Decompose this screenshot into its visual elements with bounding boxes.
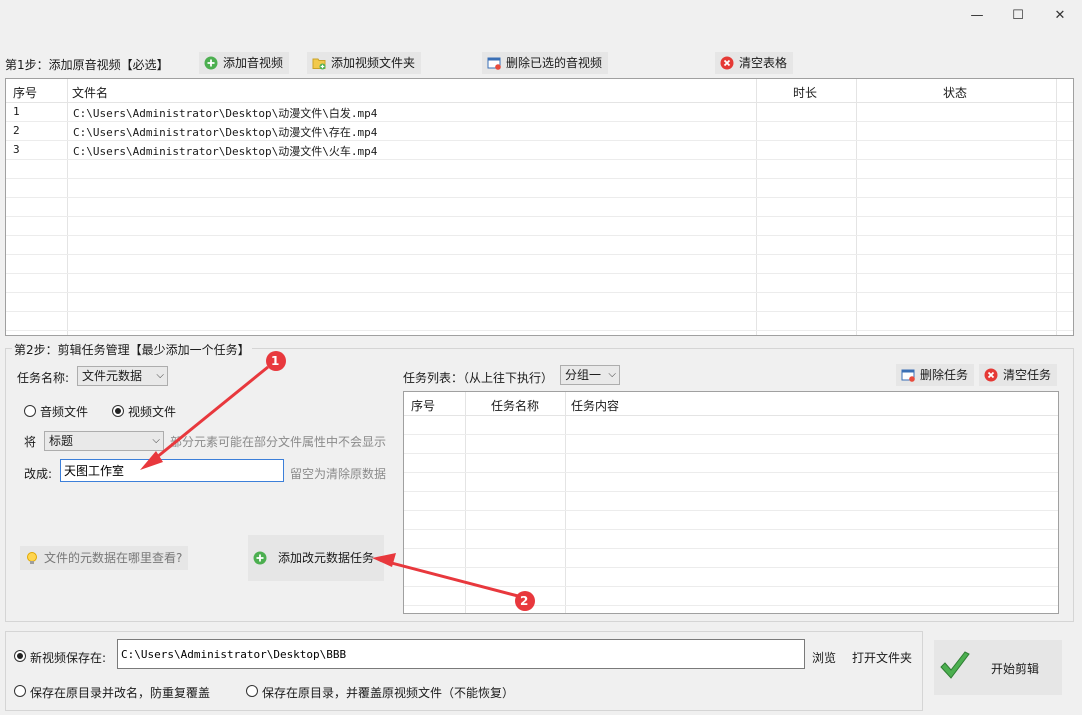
- delete-task-label: 删除任务: [920, 368, 969, 382]
- row-filename: C:\Users\Administrator\Desktop\动漫文件\火车.m…: [73, 145, 378, 158]
- audio-file-radio[interactable]: [24, 405, 36, 417]
- field-value: 标题: [49, 434, 74, 448]
- clear-circle-icon: [984, 368, 998, 382]
- add-media-label: 添加音视频: [223, 56, 284, 70]
- file-table[interactable]: 序号 文件名 时长 状态 1 C:\Users\Administrator\De…: [5, 78, 1074, 336]
- add-metadata-task-button[interactable]: 添加改元数据任务: [248, 535, 384, 581]
- field-prefix-label: 将: [24, 435, 37, 449]
- delete-selected-button[interactable]: 删除已选的音视频: [482, 52, 609, 74]
- checkmark-icon: [940, 651, 970, 679]
- close-button[interactable]: ✕: [1043, 6, 1077, 28]
- group-value: 分组一: [565, 368, 602, 382]
- task-name-select[interactable]: 文件元数据 ⌵: [77, 366, 168, 386]
- delete-task-button[interactable]: 删除任务: [896, 364, 975, 386]
- metadata-help-label: 文件的元数据在哪里查看?: [44, 551, 183, 565]
- row-index: 1: [13, 105, 20, 118]
- row-filename: C:\Users\Administrator\Desktop\动漫文件\白发.m…: [73, 107, 378, 120]
- add-folder-button[interactable]: 添加视频文件夹: [307, 52, 422, 74]
- header-index: 序号: [411, 399, 436, 413]
- file-table-header: 序号 文件名 时长 状态: [6, 79, 1073, 103]
- window-delete-icon: [901, 369, 915, 382]
- clear-circle-icon: [720, 56, 734, 70]
- table-row[interactable]: 3 C:\Users\Administrator\Desktop\动漫文件\火车…: [6, 141, 1073, 160]
- change-to-label: 改成:: [24, 467, 53, 481]
- clear-tasks-button[interactable]: 清空任务: [979, 364, 1058, 386]
- header-duration: 时长: [793, 86, 818, 100]
- delete-selected-label: 删除已选的音视频: [506, 56, 603, 70]
- start-edit-label: 开始剪辑: [991, 662, 1040, 676]
- group-select[interactable]: 分组一 ⌵: [560, 365, 620, 385]
- save-rename-label: 保存在原目录并改名，防重复覆盖: [30, 686, 211, 700]
- add-metadata-task-label: 添加改元数据任务: [278, 551, 375, 565]
- maximize-button[interactable]: ☐: [1001, 6, 1035, 28]
- chevron-down-icon: ⌵: [608, 369, 616, 380]
- save-overwrite-label: 保存在原目录，并覆盖原视频文件（不能恢复）: [262, 686, 515, 700]
- open-folder-button[interactable]: 打开文件夹: [852, 649, 912, 666]
- row-index: 3: [13, 143, 20, 156]
- save-overwrite-radio[interactable]: [246, 685, 258, 697]
- clear-table-button[interactable]: 清空表格: [715, 52, 794, 74]
- add-folder-label: 添加视频文件夹: [331, 56, 416, 70]
- clear-tasks-label: 清空任务: [1003, 368, 1052, 382]
- task-list-label: 任务列表：（从上往下执行）: [403, 371, 554, 385]
- step1-label: 第1步：添加原音视频【必选】: [5, 58, 169, 72]
- save-path-input[interactable]: [117, 639, 805, 669]
- step2-label: 第2步：剪辑任务管理【最少添加一个任务】: [12, 341, 252, 358]
- table-row[interactable]: 1 C:\Users\Administrator\Desktop\动漫文件\白发…: [6, 103, 1073, 122]
- add-circle-icon: [253, 551, 267, 565]
- add-circle-icon: [204, 56, 218, 70]
- field-hint: 部分元素可能在部分文件属性中不会显示: [170, 435, 387, 449]
- row-filename: C:\Users\Administrator\Desktop\动漫文件\存在.m…: [73, 126, 378, 139]
- field-select[interactable]: 标题 ⌵: [44, 431, 164, 451]
- header-status: 状态: [943, 86, 968, 100]
- save-new-radio[interactable]: [14, 650, 26, 662]
- save-rename-radio[interactable]: [14, 685, 26, 697]
- change-to-input[interactable]: [60, 459, 284, 482]
- row-index: 2: [13, 124, 20, 137]
- task-name-value: 文件元数据: [82, 369, 143, 383]
- video-file-label: 视频文件: [128, 405, 177, 419]
- chevron-down-icon: ⌵: [156, 370, 164, 381]
- metadata-help-button[interactable]: 文件的元数据在哪里查看?: [20, 546, 189, 570]
- header-index: 序号: [13, 86, 38, 100]
- marker-2-label: 2: [520, 594, 529, 608]
- change-to-hint: 留空为清除原数据: [290, 467, 387, 481]
- clear-table-label: 清空表格: [739, 56, 788, 70]
- save-new-label: 新视频保存在:: [30, 651, 107, 665]
- header-filename: 文件名: [72, 86, 109, 100]
- audio-file-label: 音频文件: [40, 405, 89, 419]
- folder-add-icon: [312, 58, 326, 70]
- task-table[interactable]: 序号 任务名称 任务内容: [403, 391, 1059, 614]
- window-delete-icon: [487, 57, 501, 70]
- header-task-name: 任务名称: [491, 399, 540, 413]
- chevron-down-icon: ⌵: [152, 435, 160, 446]
- add-media-button[interactable]: 添加音视频: [199, 52, 290, 74]
- header-task-content: 任务内容: [571, 399, 620, 413]
- minimize-button[interactable]: —: [960, 6, 994, 28]
- browse-button[interactable]: 浏览: [812, 649, 836, 666]
- start-edit-button[interactable]: 开始剪辑: [934, 640, 1062, 695]
- task-table-header: 序号 任务名称 任务内容: [404, 392, 1058, 416]
- lightbulb-icon: [27, 552, 37, 564]
- marker-1-label: 1: [271, 354, 280, 368]
- table-row[interactable]: 2 C:\Users\Administrator\Desktop\动漫文件\存在…: [6, 122, 1073, 141]
- video-file-radio[interactable]: [112, 405, 124, 417]
- task-name-label: 任务名称:: [17, 371, 70, 385]
